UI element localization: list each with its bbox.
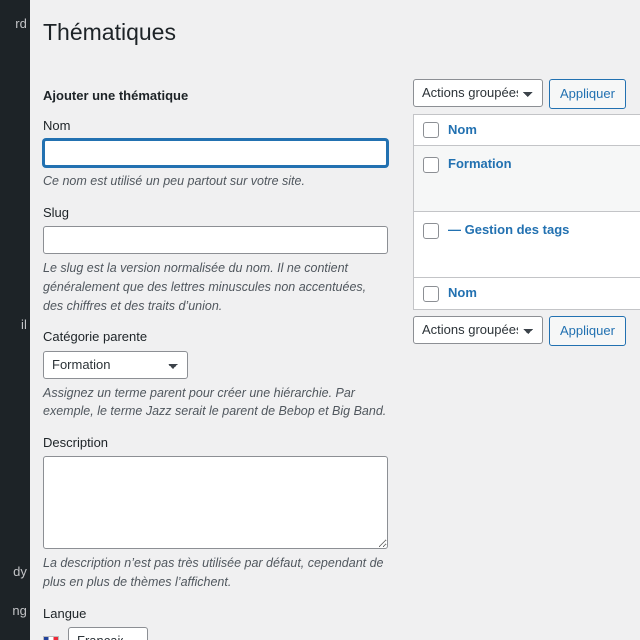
row-checkbox-cell (414, 156, 448, 173)
parent-category-select[interactable]: Formation (43, 350, 188, 379)
terms-table: Nom Formation — Gestion des tags Nom (413, 113, 640, 310)
row-checkbox[interactable] (423, 156, 439, 173)
column-header-name[interactable]: Nom (448, 122, 640, 138)
form-heading: Ajouter une thématique (43, 87, 189, 103)
field-parent-category: Catégorie parente Formation Assignez un … (43, 328, 391, 421)
field-description: Description La description n’est pas trè… (43, 434, 391, 592)
table-header-row: Nom (414, 114, 640, 146)
content-columns: Ajouter une thématique Nom Ce nom est ut… (30, 48, 640, 640)
table-footer-checkbox-cell (414, 285, 448, 302)
description-textarea[interactable] (43, 456, 388, 550)
row-name-cell: — Gestion des tags (448, 222, 640, 238)
language-label: Langue (43, 605, 87, 621)
description-label: Description (43, 435, 109, 451)
parent-description: Assignez un terme parent pour créer une … (43, 385, 387, 419)
add-term-form: Ajouter une thématique Nom Ce nom est ut… (43, 48, 391, 640)
tablenav-top: Actions groupées Appliquer (413, 78, 640, 109)
parent-label: Catégorie parente (43, 329, 148, 345)
admin-menu-sidebar: rd il dy ng (0, 0, 30, 640)
table-header-checkbox-cell (414, 121, 448, 139)
field-language: Langue Français Définit la langue (43, 605, 391, 640)
name-input[interactable] (43, 139, 388, 168)
flag-france-icon (43, 635, 59, 640)
sidebar-item-dashboard[interactable]: rd (15, 17, 27, 30)
select-all-checkbox[interactable] (423, 122, 439, 139)
row-name-cell: Formation (448, 156, 640, 172)
tablenav-bottom: Actions groupées Appliquer (413, 315, 640, 346)
row-checkbox[interactable] (423, 222, 439, 239)
table-footer-row: Nom (414, 277, 640, 309)
name-description: Ce nom est utilisé un peu partout sur vo… (43, 174, 305, 189)
language-row: Français (43, 627, 391, 640)
sidebar-item-fragment-ng[interactable]: ng (12, 604, 27, 617)
field-slug: Slug Le slug est la version normalisée d… (43, 204, 391, 315)
page-title: Thématiques (43, 19, 176, 45)
sidebar-item-profile[interactable]: il (21, 318, 27, 331)
term-link[interactable]: Formation (448, 156, 512, 171)
column-footer-name[interactable]: Nom (448, 285, 640, 301)
admin-page: rd il dy ng Thématiques Ajouter une thém… (0, 0, 640, 640)
apply-button-top[interactable]: Appliquer (549, 78, 626, 109)
apply-button-bottom[interactable]: Appliquer (549, 315, 626, 346)
name-label: Nom (43, 118, 71, 134)
field-name: Nom Ce nom est utilisé un peu partout su… (43, 117, 391, 191)
sidebar-item-fragment-dy[interactable]: dy (13, 565, 27, 578)
slug-label: Slug (43, 205, 70, 221)
description-help: La description n’est pas très utilisée p… (43, 556, 384, 590)
terms-list-panel: Actions groupées Appliquer Nom Formation… (391, 48, 640, 346)
main-content: Thématiques Ajouter une thématique Nom C… (30, 0, 640, 640)
language-select[interactable]: Français (68, 627, 148, 640)
bulk-actions-select-bottom[interactable]: Actions groupées (413, 315, 543, 344)
row-checkbox-cell (414, 222, 448, 239)
slug-description: Le slug est la version normalisée du nom… (43, 261, 367, 313)
table-row: — Gestion des tags (414, 211, 640, 278)
select-all-checkbox-footer[interactable] (423, 285, 439, 302)
slug-input[interactable] (43, 226, 388, 255)
term-link[interactable]: — Gestion des tags (448, 222, 569, 237)
bulk-actions-select-top[interactable]: Actions groupées (413, 78, 543, 107)
table-row: Formation (414, 145, 640, 212)
